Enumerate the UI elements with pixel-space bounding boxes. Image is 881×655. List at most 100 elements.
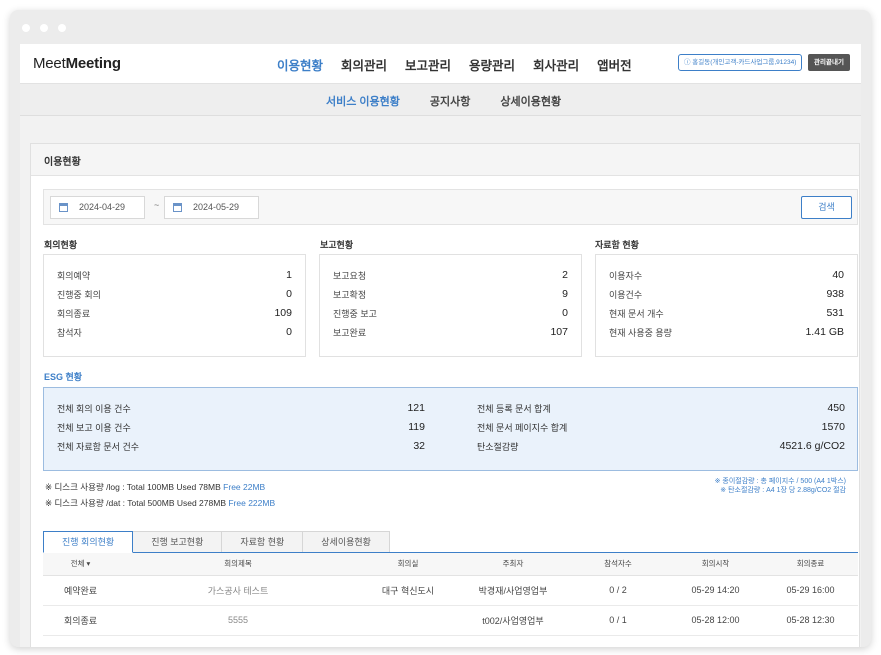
tab-report-progress[interactable]: 진행 보고현황 (132, 531, 223, 553)
tab-archive-status[interactable]: 자료함 현황 (221, 531, 304, 553)
table-row[interactable]: 회의종료 5555 t002/사업영업부 0 / 1 05-28 12:00 0… (43, 605, 858, 636)
cell-start: 05-28 12:00 (668, 605, 763, 636)
date-range-separator: ~ (154, 200, 160, 210)
date-filter-bar: 2024-04-29 ~ 2024-05-29 검색 (43, 189, 858, 225)
col-header-host: 주최자 (458, 553, 568, 576)
stat-label: 회의예약 (57, 271, 91, 281)
table-header-row: 전체 ▾ 회의제목 회의실 주최자 참석자수 회의시작 회의종료 (43, 553, 858, 576)
status-tabs: 진행 회의현황 진행 보고현황 자료함 현황 상세이용현황 (43, 531, 390, 553)
esg-value: 1570 (821, 421, 845, 433)
cell-attendees: 0 / 1 (568, 605, 668, 636)
stat-label: 이용자수 (609, 271, 643, 281)
exit-admin-button[interactable]: 관리끝내기 (808, 54, 850, 71)
subnav-detailed-usage[interactable]: 상세이용현황 (500, 93, 561, 109)
stat-row: 현재 문서 개수 531 (609, 307, 844, 326)
main-nav: 이용현황 회의관리 보고관리 용량관리 회사관리 앱버전 (277, 55, 632, 74)
archive-status-box: 이용자수 40 이용건수 938 현재 문서 개수 531 현재 사용중 용량 1.41… (595, 254, 858, 357)
stat-label: 참석자 (57, 328, 82, 338)
esg-status-box: 전체 회의 이용 건수 121 전체 보고 이용 건수 119 전체 자료함 문서 … (43, 387, 858, 471)
esg-left-column: 전체 회의 이용 건수 121 전체 보고 이용 건수 119 전체 자료함 문서 … (57, 402, 425, 459)
cell-end: 05-28 12:30 (763, 605, 858, 636)
esg-value: 119 (408, 421, 425, 433)
stat-value: 109 (274, 307, 292, 319)
stat-value: 2 (562, 269, 568, 281)
app-viewport: MeetMeeting 이용현황 회의관리 보고관리 용량관리 회사관리 앱버전… (20, 44, 861, 647)
stat-value: 0 (286, 288, 292, 300)
col-header-room: 회의실 (358, 553, 458, 576)
search-button[interactable]: 검색 (801, 196, 852, 219)
cell-room (358, 605, 458, 636)
col-header-end: 회의종료 (763, 553, 858, 576)
stat-row: 진행중 보고 0 (333, 307, 568, 326)
meeting-table: 전체 ▾ 회의제목 회의실 주최자 참석자수 회의시작 회의종료 예약완료 가스… (43, 553, 858, 636)
stat-row: 이용건수 938 (609, 288, 844, 307)
esg-label: 전체 회의 이용 건수 (57, 404, 131, 414)
disk-free-text: Free 222MB (228, 498, 276, 508)
window-dot-minimize[interactable] (40, 24, 48, 32)
esg-row: 전체 문서 페이지수 합계 1570 (477, 421, 845, 440)
nav-report-management[interactable]: 보고관리 (405, 55, 451, 74)
esg-label: 탄소절감량 (477, 442, 519, 452)
esg-status-title: ESG 현황 (44, 372, 83, 382)
esg-row: 전체 등록 문서 합계 450 (477, 402, 845, 421)
stat-value: 1.41 GB (805, 326, 844, 338)
col-header-title: 회의제목 (118, 553, 358, 576)
stat-label: 진행중 회의 (57, 290, 101, 300)
app-logo[interactable]: MeetMeeting (33, 55, 121, 72)
esg-label: 전체 보고 이용 건수 (57, 423, 131, 433)
cell-host: 박경재/사업영업부 (458, 575, 568, 606)
stat-row: 회의예약 1 (57, 269, 292, 288)
window-dot-close[interactable] (22, 24, 30, 32)
nav-company-management[interactable]: 회사관리 (533, 55, 579, 74)
nav-app-version[interactable]: 앱버전 (597, 55, 632, 74)
nav-usage[interactable]: 이용현황 (277, 55, 323, 74)
cell-host: t002/사업영업부 (458, 605, 568, 636)
carbon-saving-note: ※ 탄소절감량 : A4 1장 당 2.88g/CO2 절감 (720, 487, 846, 494)
subnav-notice[interactable]: 공지사항 (430, 93, 470, 109)
stat-label: 보고확정 (333, 290, 367, 300)
table-row[interactable]: 예약완료 가스공사 테스트 대구 혁신도시 박경재/사업영업부 0 / 2 05… (43, 575, 858, 606)
esg-value: 450 (827, 402, 845, 414)
report-status-title: 보고현황 (320, 240, 354, 250)
disk-usage-text: ※ 디스크 사용량 /log : Total 100MB Used 78MB (45, 482, 221, 492)
start-date-field[interactable]: 2024-04-29 (50, 196, 145, 219)
user-info-badge[interactable]: ⓘ 홍길동(개인고객-카드사업그룹,91234) (678, 54, 803, 71)
stat-label: 보고완료 (333, 328, 367, 338)
esg-value: 4521.6 g/CO2 (779, 440, 845, 452)
disk-usage-text: ※ 디스크 사용량 /dat : Total 500MB Used 278MB (45, 498, 226, 508)
esg-row: 탄소절감량 4521.6 g/CO2 (477, 440, 845, 459)
stat-value: 107 (550, 326, 568, 338)
cell-start: 05-29 14:20 (668, 575, 763, 606)
stat-row: 참석자 0 (57, 326, 292, 345)
cell-end: 05-29 16:00 (763, 575, 858, 606)
esg-value: 32 (413, 440, 425, 452)
report-status-box: 보고요청 2 보고확정 9 진행중 보고 0 보고완료 107 (319, 254, 582, 357)
stat-label: 이용건수 (609, 290, 643, 300)
stat-row: 회의종료 109 (57, 307, 292, 326)
cell-title: 5555 (118, 605, 358, 636)
col-header-attendees: 참석자수 (568, 553, 668, 576)
disk-free-text: Free 22MB (223, 482, 266, 492)
stat-label: 보고요청 (333, 271, 367, 281)
filter-all-dropdown[interactable]: 전체 ▾ (43, 553, 118, 576)
window-dot-maximize[interactable] (58, 24, 66, 32)
stat-value: 0 (562, 307, 568, 319)
disk-usage-log: ※ 디스크 사용량 /log : Total 100MB Used 78MB F… (45, 481, 265, 493)
browser-window: MeetMeeting 이용현황 회의관리 보고관리 용량관리 회사관리 앱버전… (10, 10, 871, 647)
logo-bold: Meeting (65, 55, 121, 72)
subnav-service-usage[interactable]: 서비스 이용현황 (326, 93, 400, 109)
tab-detailed-usage[interactable]: 상세이용현황 (302, 531, 390, 553)
disk-usage-dat: ※ 디스크 사용량 /dat : Total 500MB Used 278MB … (45, 497, 275, 509)
stat-value: 40 (832, 269, 844, 281)
cell-status: 예약완료 (43, 575, 118, 606)
logo-prefix: Meet (33, 55, 66, 72)
nav-meeting-management[interactable]: 회의관리 (341, 55, 387, 74)
esg-value: 121 (407, 402, 425, 414)
end-date-field[interactable]: 2024-05-29 (164, 196, 259, 219)
stat-label: 회의종료 (57, 309, 91, 319)
stat-value: 9 (562, 288, 568, 300)
end-date-value: 2024-05-29 (193, 202, 240, 212)
tab-meeting-progress[interactable]: 진행 회의현황 (43, 531, 134, 553)
nav-capacity-management[interactable]: 용량관리 (469, 55, 515, 74)
stat-value: 938 (826, 288, 844, 300)
